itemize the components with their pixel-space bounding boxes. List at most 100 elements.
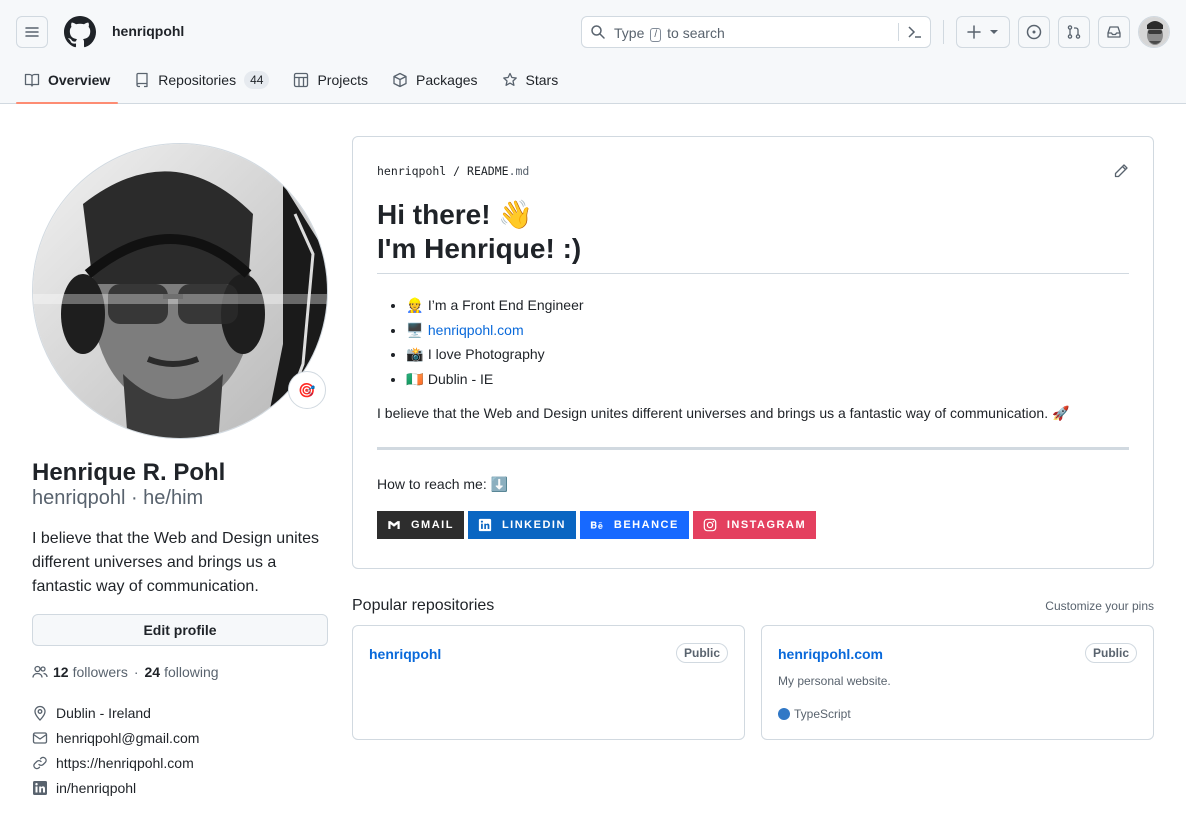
pencil-icon[interactable] [1113, 163, 1129, 179]
link-icon [33, 756, 47, 770]
tab-overview[interactable]: Overview [16, 64, 119, 104]
avatar-image [1139, 17, 1169, 47]
plus-icon [967, 25, 981, 39]
menu-button[interactable] [16, 16, 48, 48]
language-color-dot [778, 708, 790, 720]
website-readme-link[interactable]: henriqpohl.com [428, 322, 524, 338]
behance-badge[interactable]: BEHANCE [579, 511, 689, 539]
tab-packages-label: Packages [416, 72, 478, 88]
issue-opened-icon [1026, 24, 1042, 40]
bullet-text: Dublin - IE [427, 370, 494, 387]
repo-card: henriqpohl Public [352, 625, 745, 740]
repo-card: henriqpohl.com Public My personal websit… [761, 625, 1154, 740]
git-pull-request-icon [1067, 25, 1081, 39]
profile-avatar[interactable] [32, 143, 328, 439]
header-divider [943, 20, 944, 44]
issues-button[interactable] [1018, 16, 1050, 48]
linkedin-icon [478, 518, 492, 532]
vcard-website[interactable]: https://henriqpohl.com [32, 755, 332, 771]
user-avatar-button[interactable] [1138, 16, 1170, 48]
repo-name-link[interactable]: henriqpohl [369, 646, 441, 662]
language-name: TypeScript [794, 707, 851, 721]
instagram-badge-label: INSTAGRAM [726, 519, 807, 531]
instagram-badge[interactable]: INSTAGRAM [692, 511, 817, 539]
linkedin-badge[interactable]: LINKEDIN [467, 511, 576, 539]
readme-owner-link[interactable]: henriqpohl [377, 164, 446, 178]
repo-description: My personal website. [778, 674, 891, 688]
global-header: henriqpohl Type / to search Overview Rep… [0, 0, 1186, 104]
set-status-button[interactable]: 🎯 [288, 371, 326, 409]
tab-repositories-label: Repositories [158, 72, 237, 88]
header-username[interactable]: henriqpohl [112, 23, 184, 39]
following-link[interactable]: 24 following [145, 664, 219, 680]
repo-name-link[interactable]: henriqpohl.com [778, 646, 883, 662]
list-item: 👷 I’m a Front End Engineer [406, 293, 584, 318]
customize-pins-link[interactable]: Customize your pins [1045, 599, 1154, 613]
camera-flash-icon: 📸 [406, 346, 424, 362]
tab-stars[interactable]: Stars [494, 64, 567, 96]
vcard-linkedin[interactable]: in/henriqpohl [32, 780, 332, 796]
profile-tabs: Overview Repositories 44 Projects Packag… [16, 64, 574, 104]
vcard-email[interactable]: henriqpohl@gmail.com [32, 730, 332, 746]
inbox-button[interactable] [1098, 16, 1130, 48]
instagram-icon [703, 518, 717, 532]
linkedin-icon [33, 781, 47, 795]
popular-repositories-title: Popular repositories [352, 597, 495, 614]
create-new-button[interactable] [956, 16, 1010, 48]
readme-file-ext: .md [508, 164, 530, 178]
gmail-badge[interactable]: GMAIL [377, 511, 464, 539]
behance-badge-label: BEHANCE [613, 519, 679, 531]
star-icon [502, 72, 517, 86]
package-icon [393, 72, 407, 88]
list-item: 🇮🇪 Dublin - IE [406, 367, 584, 392]
bullet-text: I’m a Front End Engineer [427, 297, 584, 313]
edit-profile-button[interactable]: Edit profile [32, 614, 328, 646]
repo-icon [136, 72, 148, 88]
pull-requests-button[interactable] [1058, 16, 1090, 48]
profile-bio: I believe that the Web and Design unites… [32, 530, 319, 595]
reach-me-text: How to reach me: ⬇️ [377, 476, 509, 492]
mail-icon [32, 732, 48, 744]
tab-overview-label: Overview [48, 72, 111, 88]
command-palette-icon[interactable] [907, 24, 923, 40]
desktop-computer-icon: 🖥️ [406, 321, 424, 338]
followers-link[interactable]: 12 followers [53, 664, 128, 680]
hamburger-icon [25, 27, 39, 37]
status-emoji: 🎯 [298, 381, 316, 398]
heading-divider [377, 273, 1129, 274]
search-placeholder: Type / to search [614, 25, 725, 42]
search-input[interactable]: Type / to search [581, 16, 931, 48]
profile-readme-card: henriqpohl / README.md Hi there! 👋 I'm H… [352, 136, 1154, 569]
tab-repositories[interactable]: Repositories 44 [126, 64, 277, 96]
email-link[interactable]: henriqpohl@gmail.com [56, 730, 199, 746]
tab-projects-label: Projects [317, 72, 369, 88]
construction-worker-icon: 👷 [406, 297, 424, 313]
tab-projects[interactable]: Projects [285, 64, 376, 96]
gmail-badge-label: GMAIL [411, 519, 454, 531]
book-icon [24, 73, 40, 87]
visibility-badge: Public [1084, 643, 1137, 663]
contact-badges: GMAIL LINKEDIN BEHANCE INSTAGRAM [377, 511, 820, 539]
linkedin-link[interactable]: in/henriqpohl [56, 780, 136, 796]
readme-file-link[interactable]: README [467, 164, 509, 178]
website-link[interactable]: https://henriqpohl.com [56, 755, 194, 771]
repositories-count-badge: 44 [244, 71, 270, 89]
tab-stars-label: Stars [525, 72, 559, 88]
location-icon [34, 705, 46, 721]
search-icon [591, 25, 605, 39]
readme-heading-line2: I'm Henrique! :) [377, 233, 582, 264]
table-icon [294, 72, 309, 88]
repo-language: TypeScript [778, 707, 851, 721]
readme-path: henriqpohl / README.md [377, 164, 530, 178]
readme-heading-line1: Hi there! 👋 [377, 199, 534, 230]
visibility-badge: Public [675, 643, 728, 663]
tab-packages[interactable]: Packages [384, 64, 485, 96]
follow-stats: 12 followers · 24 following [32, 664, 219, 680]
ireland-flag-icon: 🇮🇪 [406, 370, 424, 387]
search-divider [898, 23, 899, 41]
readme-bullet-list: 👷 I’m a Front End Engineer 🖥️ henriqpohl… [389, 293, 584, 391]
github-logo-icon[interactable] [64, 16, 96, 48]
readme-hr [377, 447, 1129, 450]
triangle-down-icon [990, 30, 998, 34]
linkedin-badge-label: LINKEDIN [501, 519, 566, 531]
